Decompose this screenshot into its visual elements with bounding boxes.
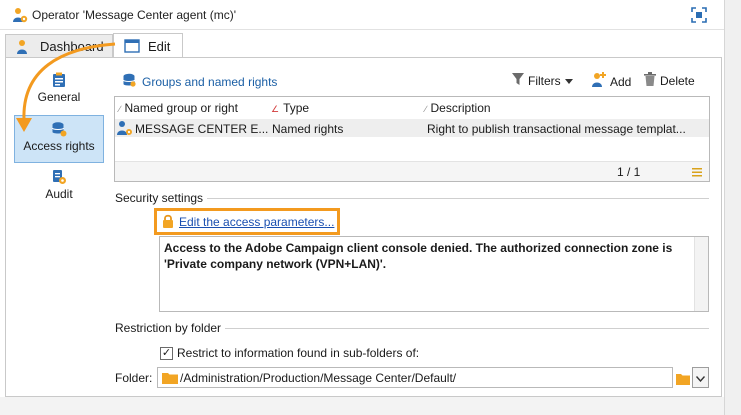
add-icon xyxy=(592,72,606,91)
nav-item-general[interactable]: General xyxy=(14,72,104,112)
named-rights-icon xyxy=(117,120,133,139)
folder-field[interactable]: /Administration/Production/Message Cente… xyxy=(157,367,673,388)
chevron-down-icon xyxy=(695,371,706,385)
nav-item-access-rights[interactable]: Access rights xyxy=(14,115,104,163)
grid-footer: 1 / 1 xyxy=(115,161,709,181)
filter-icon xyxy=(512,72,524,89)
nav-general-label: General xyxy=(37,90,81,104)
general-icon xyxy=(51,72,67,88)
edit-access-parameters-link[interactable]: Edit the access parameters... xyxy=(179,215,334,229)
row-description: Right to publish transactional message t… xyxy=(427,122,686,136)
grid-header: ∕ Named group or right ∠ Type ∕ Description xyxy=(115,97,709,119)
delete-label: Delete xyxy=(660,73,695,88)
message-scrollbar[interactable] xyxy=(694,237,708,311)
filters-button[interactable]: Filters xyxy=(512,72,573,89)
list-settings-icon[interactable] xyxy=(692,166,702,180)
window-right-edge xyxy=(724,0,741,415)
folder-label: Folder: xyxy=(115,371,153,385)
database-icon xyxy=(122,73,136,90)
audit-icon xyxy=(51,169,67,185)
edit-access-highlight: Edit the access parameters... xyxy=(154,208,340,235)
operator-icon xyxy=(12,7,28,23)
window-title: Operator 'Message Center agent (mc)' xyxy=(32,8,236,22)
row-type: Named rights xyxy=(272,122,344,136)
table-row[interactable]: MESSAGE CENTER E... Named rights Right t… xyxy=(115,119,709,137)
lock-icon xyxy=(162,214,174,231)
left-nav: General Access rights Audit xyxy=(10,68,108,388)
folder-icon xyxy=(162,371,178,387)
chevron-down-icon xyxy=(564,74,573,88)
nav-item-audit[interactable]: Audit xyxy=(14,169,104,209)
add-button[interactable]: Add xyxy=(592,72,631,91)
column-header-type[interactable]: ∠ Type xyxy=(271,101,309,115)
window-titlebar: Operator 'Message Center agent (mc)' xyxy=(0,0,741,30)
add-label: Add xyxy=(610,74,632,89)
folder-browse-icon[interactable] xyxy=(675,368,691,388)
grid-title: Groups and named rights xyxy=(122,73,277,90)
pager: 1 / 1 xyxy=(617,165,641,179)
access-rights-icon xyxy=(51,121,67,137)
security-settings-label: Security settings xyxy=(115,191,208,205)
row-name: MESSAGE CENTER E... xyxy=(135,122,269,136)
folder-value: /Administration/Production/Message Cente… xyxy=(180,371,457,385)
nav-access-rights-label: Access rights xyxy=(23,139,95,153)
grid-title-text: Groups and named rights xyxy=(142,74,278,89)
filters-label: Filters xyxy=(528,73,561,88)
restriction-label: Restriction by folder xyxy=(115,321,226,335)
trash-icon xyxy=(644,72,656,89)
column-header-name[interactable]: ∕ Named group or right xyxy=(119,101,238,115)
tab-dashboard-label: Dashboard xyxy=(40,39,104,54)
rights-grid: ∕ Named group or right ∠ Type ∕ Description… xyxy=(114,96,710,182)
column-header-type-label: Type xyxy=(283,101,310,115)
nav-audit-label: Audit xyxy=(45,187,73,201)
restrict-subfolders-row[interactable]: ✓ Restrict to information found in sub-f… xyxy=(160,346,419,360)
restrict-subfolders-label: Restrict to information found in sub-fol… xyxy=(177,346,420,360)
maximize-icon[interactable] xyxy=(690,6,708,24)
delete-button[interactable]: Delete xyxy=(644,72,695,89)
access-message-box: Access to the Adobe Campaign client cons… xyxy=(159,236,709,312)
tab-dashboard[interactable]: Dashboard xyxy=(5,34,113,58)
column-header-description[interactable]: ∕ Description xyxy=(425,101,491,115)
bottom-strip xyxy=(0,397,724,415)
tab-edit-label: Edit xyxy=(148,38,171,54)
grid-toolbar: Groups and named rights Filters Add Dele… xyxy=(114,66,710,94)
access-message: Access to the Adobe Campaign client cons… xyxy=(164,241,673,271)
dashboard-icon xyxy=(16,39,32,55)
restrict-subfolders-checkbox[interactable]: ✓ xyxy=(160,346,173,360)
column-header-description-label: Description xyxy=(430,101,491,115)
tab-bar: Dashboard Edit xyxy=(0,30,724,58)
edit-form-icon xyxy=(124,39,140,53)
column-header-name-label: Named group or right xyxy=(124,101,238,115)
tab-edit[interactable]: Edit xyxy=(113,33,183,58)
folder-dropdown-button[interactable] xyxy=(692,367,709,388)
